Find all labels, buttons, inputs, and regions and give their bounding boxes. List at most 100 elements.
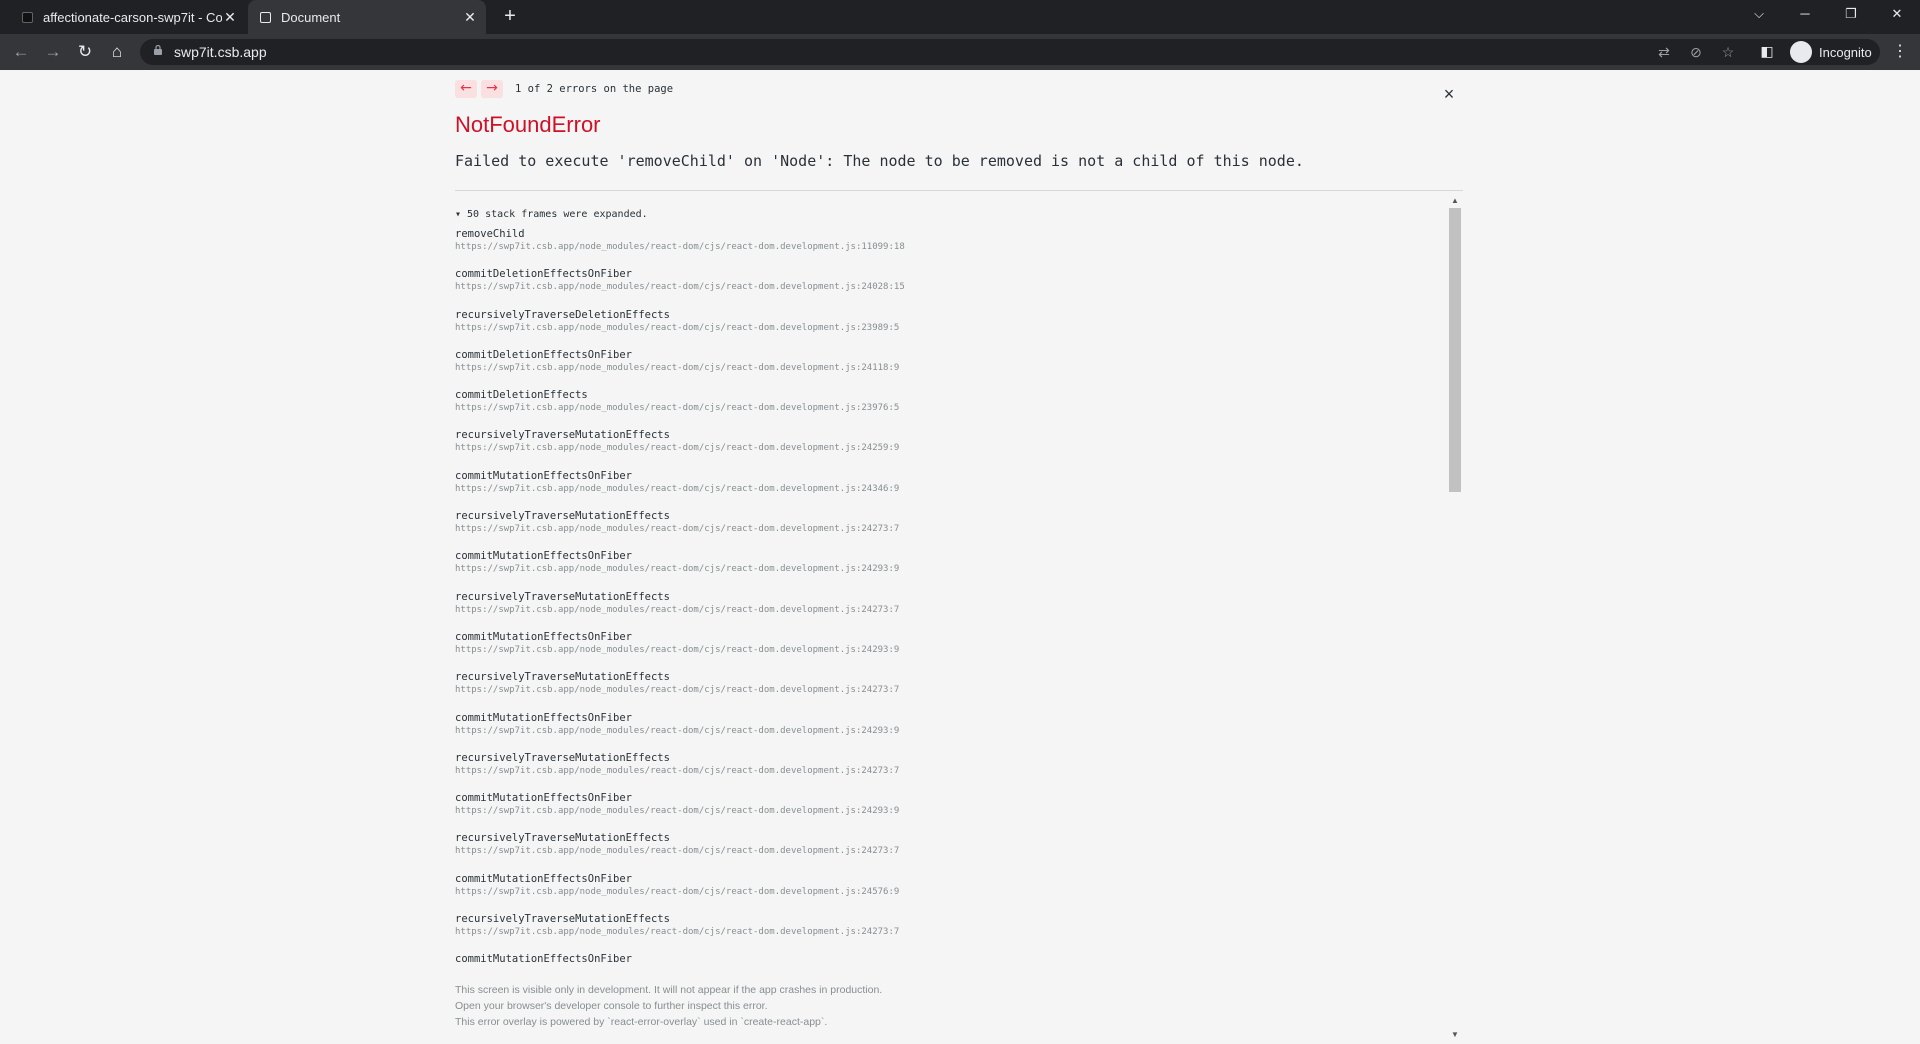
tab-search-icon[interactable]: ⌵ — [1738, 0, 1780, 30]
tab-close-icon[interactable]: ✕ — [462, 9, 478, 26]
scrollbar-thumb[interactable] — [1449, 208, 1461, 492]
scroll-up-arrow-icon[interactable]: ▲ — [1451, 196, 1459, 205]
frame-location[interactable]: https://swp7it.csb.app/node_modules/reac… — [455, 886, 1445, 899]
frame-function-name: commitDeletionEffectsOnFiber — [455, 348, 633, 361]
frame-location[interactable]: https://swp7it.csb.app/node_modules/reac… — [455, 725, 1445, 738]
lock-icon — [154, 45, 162, 55]
tab-title: affectionate-carson-swp7it - CodeSandbox — [43, 9, 222, 25]
tab-close-icon[interactable]: ✕ — [222, 9, 238, 26]
frame-location[interactable]: https://swp7it.csb.app/node_modules/reac… — [455, 523, 1445, 536]
side-panel-icon[interactable]: ◧ — [1757, 42, 1777, 60]
home-icon[interactable]: ⌂ — [105, 40, 129, 64]
tab-title: Document — [281, 9, 341, 25]
reload-icon[interactable]: ↻ — [73, 40, 97, 64]
frame-location[interactable]: https://swp7it.csb.app/node_modules/reac… — [455, 765, 1445, 778]
frame-location[interactable]: https://swp7it.csb.app/node_modules/reac… — [455, 604, 1445, 617]
frame-location[interactable]: https://swp7it.csb.app/node_modules/reac… — [455, 322, 1445, 335]
frame-function-name: recursivelyTraverseDeletionEffects — [455, 308, 670, 321]
footer-line: Open your browser's developer console to… — [455, 1000, 768, 1012]
incognito-profile[interactable]: Incognito — [1790, 39, 1872, 65]
frame-function-name: commitMutationEffectsOnFiber — [455, 792, 633, 805]
frame-location[interactable]: https://swp7it.csb.app/node_modules/reac… — [455, 845, 1445, 858]
window-close-icon[interactable]: ✕ — [1876, 0, 1918, 30]
frame-function-name: recursivelyTraverseMutationEffects — [455, 832, 670, 845]
error-count: 1 of 2 errors on the page — [515, 83, 674, 95]
stack-frames-toggle[interactable]: ▾ 50 stack frames were expanded. — [455, 209, 1445, 227]
frame-function-name: commitDeletionEffectsOnFiber — [455, 268, 633, 281]
frame-function-name: recursivelyTraverseMutationEffects — [455, 751, 670, 764]
frame-function-name: commitMutationEffectsOnFiber — [455, 953, 633, 966]
frame-function-name: commitDeletionEffects — [455, 389, 588, 402]
tab-strip: affectionate-carson-swp7it - CodeSandbox… — [0, 0, 1920, 34]
frame-function-name: commitMutationEffectsOnFiber — [455, 469, 633, 482]
frame-location[interactable]: https://swp7it.csb.app/node_modules/reac… — [455, 483, 1445, 496]
frame-function-name: commitMutationEffectsOnFiber — [455, 550, 633, 563]
stack-frame: recursivelyTraverseMutationEffects https:… — [455, 590, 1445, 630]
footer-line: This error overlay is powered by `react-… — [455, 1016, 828, 1028]
frame-location[interactable]: https://swp7it.csb.app/node_modules/reac… — [455, 442, 1445, 455]
document-favicon-icon — [260, 11, 271, 23]
frame-function-name: removeChild — [455, 228, 525, 240]
stack-frame: recursivelyTraverseMutationEffects https:… — [455, 428, 1445, 468]
frame-function-name: recursivelyTraverseMutationEffects — [455, 510, 670, 523]
frame-location[interactable]: https://swp7it.csb.app/node_modules/reac… — [455, 241, 1445, 254]
frame-location[interactable]: https://swp7it.csb.app/node_modules/reac… — [455, 644, 1445, 657]
address-bar[interactable]: swp7it.csb.app ⇄ ⊘ ☆ — [140, 39, 1880, 65]
bookmark-star-icon[interactable]: ☆ — [1718, 43, 1738, 61]
new-tab-button[interactable]: + — [498, 4, 522, 28]
frame-location[interactable]: https://swp7it.csb.app/node_modules/reac… — [455, 926, 1445, 939]
translate-icon[interactable]: ⇄ — [1654, 43, 1674, 61]
stack-frame: recursivelyTraverseMutationEffects https:… — [455, 509, 1445, 549]
browser-menu-icon[interactable]: ⋮ — [1890, 40, 1910, 64]
frame-location[interactable]: https://swp7it.csb.app/node_modules/reac… — [455, 805, 1445, 818]
stack-frames[interactable]: ▾ 50 stack frames were expanded. removeC… — [455, 198, 1445, 1043]
stack-frame: commitMutationEffectsOnFiber https://swp7… — [455, 630, 1445, 670]
incognito-icon — [1790, 41, 1812, 63]
minimize-icon[interactable]: ─ — [1784, 0, 1826, 30]
tab-document[interactable]: Document ✕ — [248, 0, 486, 34]
frame-location[interactable]: https://swp7it.csb.app/node_modules/reac… — [455, 563, 1445, 576]
stack-frame: commitMutationEffectsOnFiber https://swp7… — [455, 549, 1445, 589]
eye-off-icon[interactable]: ⊘ — [1686, 43, 1706, 61]
stack-frame: commitMutationEffectsOnFiber https://swp7… — [455, 711, 1445, 751]
scrollbar[interactable]: ▲ ▼ — [1448, 196, 1462, 1044]
frame-location[interactable]: https://swp7it.csb.app/node_modules/reac… — [455, 281, 1445, 294]
frame-function-name: recursivelyTraverseMutationEffects — [455, 590, 670, 603]
stack-frame: recursivelyTraverseMutationEffects https:… — [455, 831, 1445, 871]
overlay-footer: This screen is visible only in developme… — [455, 982, 1455, 1030]
stack-frame: commitDeletionEffectsOnFiber https://swp7… — [455, 348, 1445, 388]
footer-line: This screen is visible only in developme… — [455, 984, 883, 996]
stack-frame: recursivelyTraverseMutationEffects https:… — [455, 670, 1445, 710]
restore-icon[interactable]: ❐ — [1830, 0, 1872, 30]
error-overlay: ← → 1 of 2 errors on the page × NotFound… — [0, 70, 1920, 1040]
stack-frame: commitMutationEffectsOnFiber https://swp7… — [455, 469, 1445, 509]
codesandbox-favicon-icon — [22, 11, 33, 23]
frame-function-name: commitMutationEffectsOnFiber — [455, 872, 633, 885]
frame-function-name: commitMutationEffectsOnFiber — [455, 711, 633, 724]
incognito-label: Incognito — [1819, 44, 1872, 60]
stack-frame: recursivelyTraverseDeletionEffects https:… — [455, 308, 1445, 348]
error-message: Failed to execute 'removeChild' on 'Node… — [455, 152, 1304, 170]
close-overlay-button[interactable]: × — [1439, 84, 1459, 104]
frame-function-name: recursivelyTraverseMutationEffects — [455, 429, 670, 442]
frame-location[interactable]: https://swp7it.csb.app/node_modules/reac… — [455, 684, 1445, 697]
frame-function-name: commitMutationEffectsOnFiber — [455, 630, 633, 643]
forward-icon[interactable]: → — [41, 40, 65, 64]
stack-frame: commitMutationEffectsOnFiber https://swp7… — [455, 872, 1445, 912]
browser-toolbar: ← → ↻ ⌂ swp7it.csb.app ⇄ ⊘ ☆ ◧ — [0, 34, 1920, 70]
frame-function-name: recursivelyTraverseMutationEffects — [455, 671, 670, 684]
stack-frame: commitDeletionEffects https://swp7it.csb.… — [455, 388, 1445, 428]
error-navigation: ← → 1 of 2 errors on the page — [455, 80, 673, 98]
frame-location[interactable]: https://swp7it.csb.app/node_modules/reac… — [455, 362, 1445, 375]
next-error-button[interactable]: → — [481, 80, 503, 98]
previous-error-button[interactable]: ← — [455, 80, 477, 98]
stack-frame: removeChild https://swp7it.csb.app/node_m… — [455, 227, 1445, 267]
stack-frame: recursivelyTraverseMutationEffects https:… — [455, 912, 1445, 952]
stack-frame-list: removeChild https://swp7it.csb.app/node_m… — [455, 227, 1445, 993]
tab-codesandbox[interactable]: affectionate-carson-swp7it - CodeSandbox… — [10, 0, 246, 34]
scroll-down-arrow-icon[interactable]: ▼ — [1451, 1030, 1459, 1039]
url-text: swp7it.csb.app — [174, 44, 267, 60]
back-icon[interactable]: ← — [9, 40, 33, 64]
frame-location[interactable]: https://swp7it.csb.app/node_modules/reac… — [455, 402, 1445, 415]
stack-frame: recursivelyTraverseMutationEffects https:… — [455, 751, 1445, 791]
